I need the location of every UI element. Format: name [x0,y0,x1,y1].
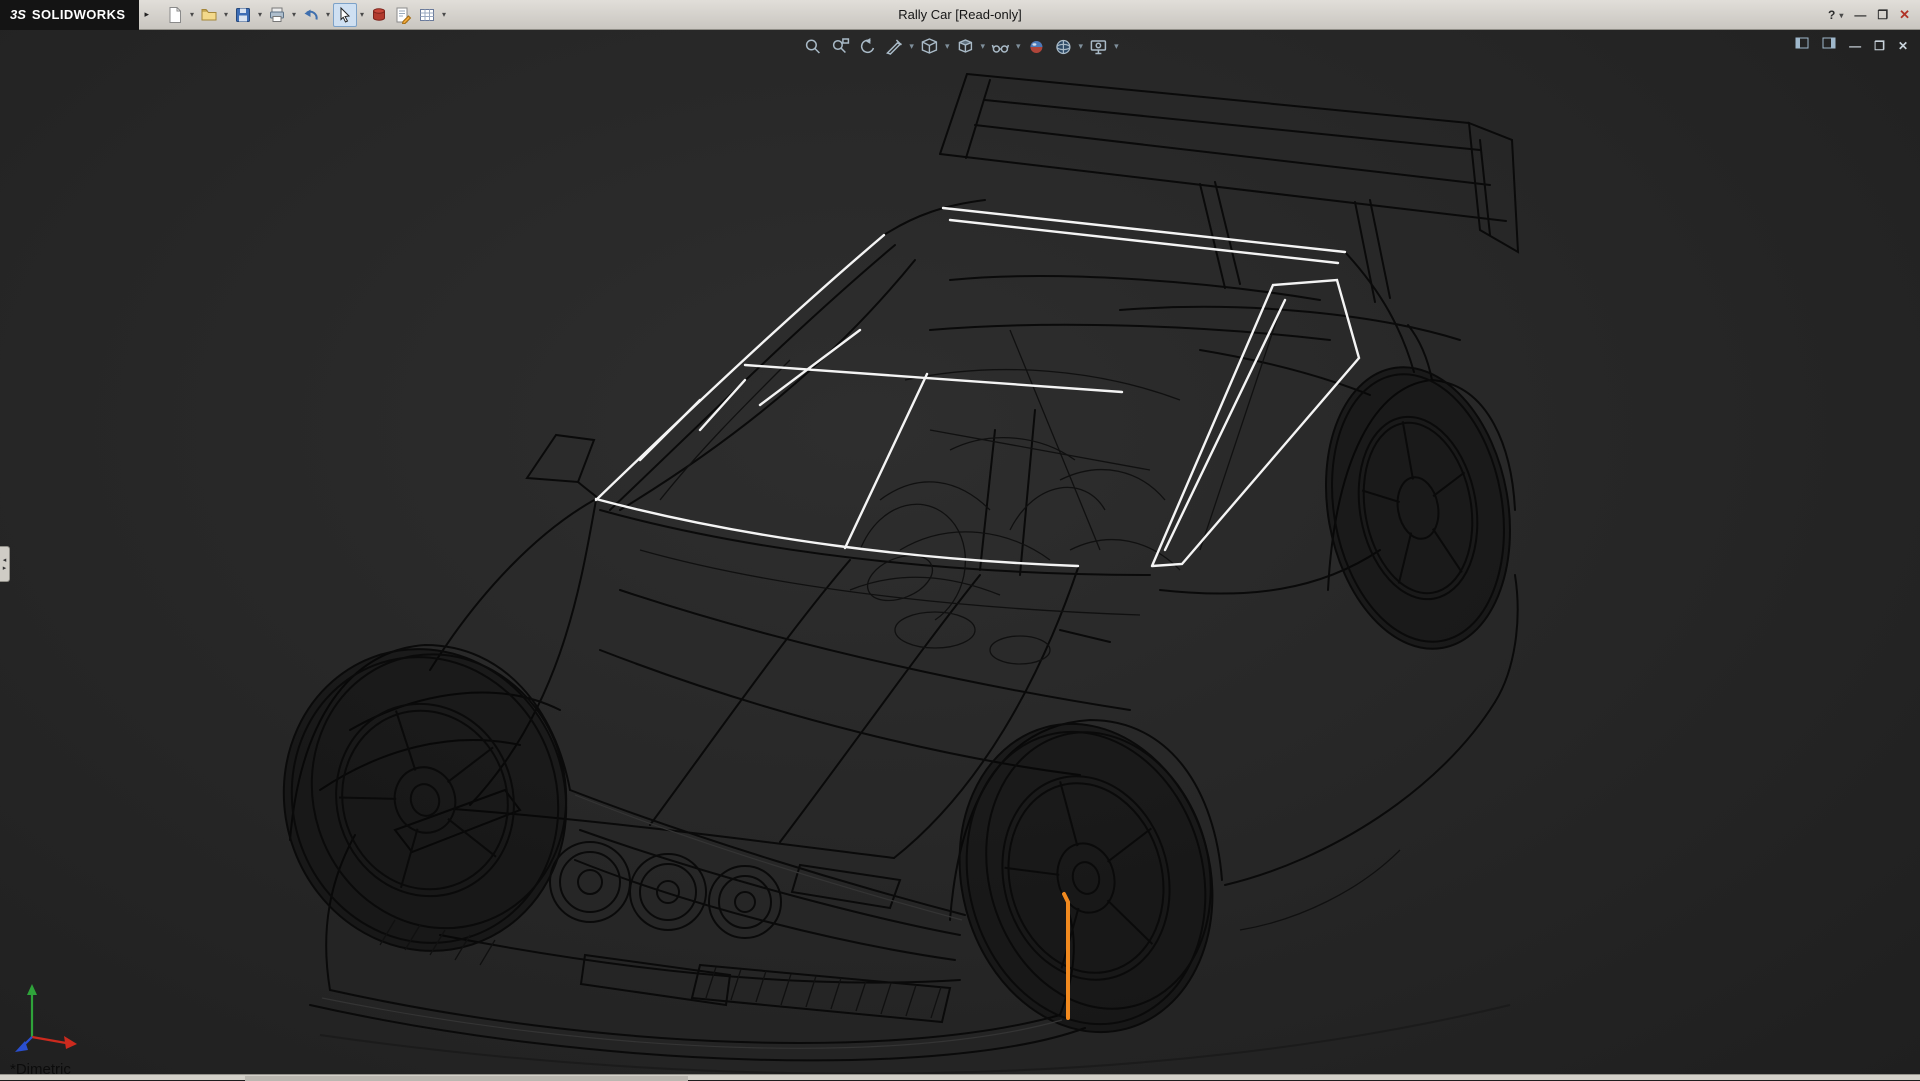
select-cursor-icon [336,6,354,24]
hide-show-items-glasses-icon [991,37,1011,57]
highlighted-edges[interactable] [596,208,1359,566]
open-button[interactable] [197,3,221,27]
window-controls: ? ▾ — ❐ ✕ [1828,0,1910,30]
doc-restore-button[interactable]: ❐ [1874,40,1885,52]
model-canvas[interactable] [0,30,1920,1074]
apply-scene-button[interactable] [1051,35,1076,58]
print-caret-icon[interactable]: ▾ [289,10,299,19]
file-properties-button[interactable] [391,3,415,27]
triad-y-arrow-icon [27,984,37,995]
hide-show-items-caret-icon[interactable]: ▾ [1016,41,1021,52]
view-settings-caret-icon[interactable]: ▾ [1114,41,1119,52]
status-bar-segment [245,1076,688,1081]
edit-appearance-button[interactable] [1024,35,1049,58]
view-orientation-cube-icon [919,37,939,57]
select-button[interactable] [333,3,357,27]
display-style-button[interactable] [952,35,977,58]
undo-arrow-icon [302,6,320,24]
apply-scene-globe-icon [1053,37,1073,57]
previous-view-button[interactable] [854,35,879,58]
new-document-button[interactable] [163,3,187,27]
heads-up-view-toolbar: ▾ ▾ ▾ ▾ [800,35,1119,58]
view-settings-icon [1089,37,1109,57]
save-caret-icon[interactable]: ▾ [255,10,265,19]
right-pane-icon [1822,36,1836,50]
menu-expander-icon[interactable]: ▸ [144,9,149,20]
edit-appearance-ball-icon [1026,37,1046,57]
print-button[interactable] [265,3,289,27]
apply-scene-caret-icon[interactable]: ▾ [1079,41,1084,52]
zoom-to-area-button[interactable] [827,35,852,58]
select-caret-icon[interactable]: ▾ [357,10,367,19]
view-orientation-label: *Dimetric [10,1061,71,1074]
undo-button[interactable] [299,3,323,27]
document-window-controls: — ❐ ✕ [1795,36,1908,55]
open-folder-icon [200,6,218,24]
previous-view-icon [857,37,877,57]
doc-close-button[interactable]: ✕ [1898,40,1908,52]
feature-pane-splitter[interactable]: ◂ ▸ [0,546,10,582]
zoom-to-fit-button[interactable] [800,35,825,58]
window-title: Rally Car [Read-only] [898,7,1022,22]
task-pane-toggle-icon[interactable] [1822,36,1836,55]
rally-car-wireframe [0,30,1920,1074]
splitter-expand-icon[interactable]: ▸ [3,565,7,572]
open-caret-icon[interactable]: ▾ [221,10,231,19]
view-orientation-caret-icon[interactable]: ▾ [945,41,950,52]
options-caret-icon[interactable]: ▾ [439,10,449,19]
display-style-icon [955,37,975,57]
zoom-to-area-icon [830,37,850,57]
hide-show-items-button[interactable] [988,35,1013,58]
display-style-caret-icon[interactable]: ▾ [980,41,985,52]
minimize-button[interactable]: — [1854,8,1866,22]
solidworks-logo: 3S SOLIDWORKS [0,0,139,30]
section-view-button[interactable] [881,35,906,58]
new-document-caret-icon[interactable]: ▾ [187,10,197,19]
doc-minimize-button[interactable]: — [1849,40,1861,52]
main-toolbar: ▾ ▾ ▾ ▾ [163,3,449,27]
save-button[interactable] [231,3,255,27]
left-pane-icon [1795,36,1809,50]
maximize-button[interactable]: ❐ [1877,8,1888,22]
save-floppy-icon [234,6,252,24]
help-button[interactable]: ? [1828,8,1835,22]
3ds-logo-icon: 3S [10,7,26,22]
options-grid-icon [418,6,436,24]
xpress-products-button[interactable] [367,3,391,27]
undo-caret-icon[interactable]: ▾ [323,10,333,19]
file-properties-icon [394,6,412,24]
triad-x-arrow-icon [64,1036,77,1049]
section-view-icon [884,37,904,57]
triad-x-axis [32,1037,66,1043]
view-settings-button[interactable] [1086,35,1111,58]
view-orientation-button[interactable] [917,35,942,58]
front-left-wheel [245,612,607,988]
status-bar [0,1074,1920,1080]
options-button[interactable] [415,3,439,27]
graphics-area[interactable]: ▾ ▾ ▾ ▾ [0,30,1920,1074]
print-icon [268,6,286,24]
title-bar: 3S SOLIDWORKS ▸ ▾ ▾ ▾ [0,0,1920,30]
section-view-caret-icon[interactable]: ▾ [909,41,914,52]
rear-right-wheel [1305,353,1532,664]
new-document-icon [166,6,184,24]
zoom-to-fit-icon [803,37,823,57]
help-caret-icon[interactable]: ▾ [1839,11,1843,20]
brand-name: SOLIDWORKS [32,7,126,22]
close-button[interactable]: ✕ [1899,7,1910,23]
splitter-collapse-icon[interactable]: ◂ [3,557,7,564]
rear-left-wheel [926,695,1246,1061]
xpress-products-icon [370,6,388,24]
orientation-triad[interactable] [12,981,82,1056]
rear-wing [940,74,1518,302]
side-pane-toggle-icon[interactable] [1795,36,1809,55]
